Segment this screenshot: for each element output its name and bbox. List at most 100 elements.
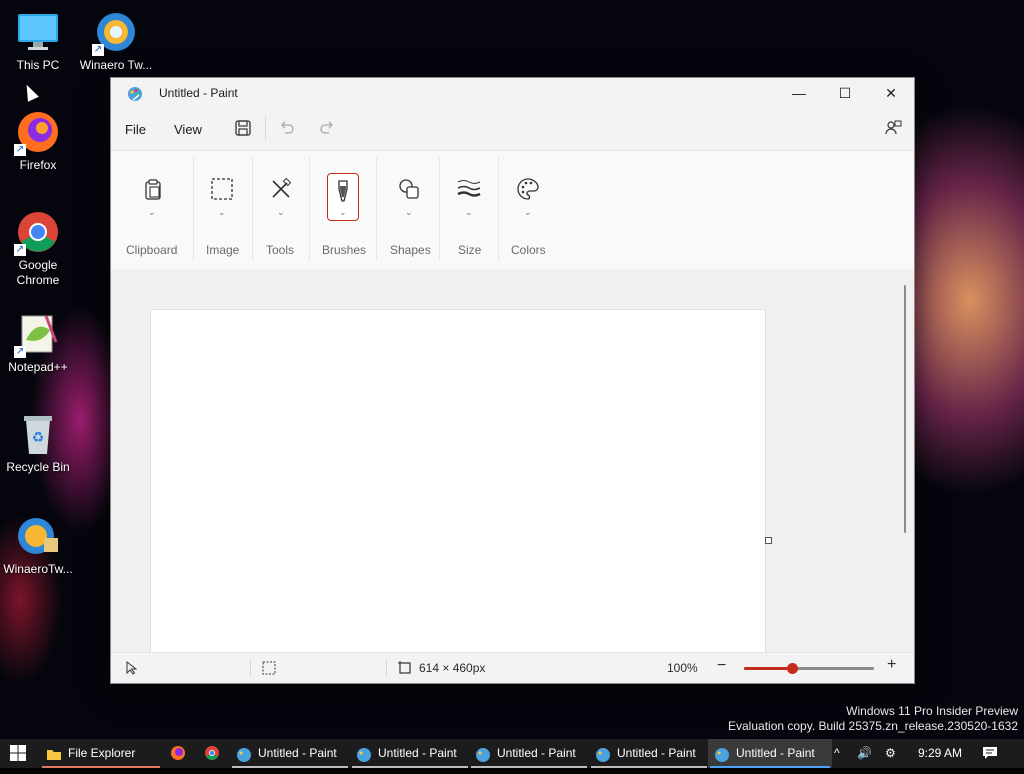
- zoom-slider-fill: [744, 667, 793, 670]
- ribbon-group-label: Shapes: [390, 243, 431, 257]
- desktop-icon-firefox[interactable]: ↗ Firefox: [0, 110, 76, 173]
- paint-app-icon: [127, 86, 143, 102]
- zoom-level-text[interactable]: 100%: [667, 661, 698, 675]
- paint-app-icon: [356, 745, 372, 762]
- notepad-plus-plus-icon: ↗: [14, 312, 60, 358]
- taskbar-label: Untitled - Paint: [736, 746, 815, 760]
- chrome-icon: [205, 745, 219, 760]
- windows-logo-icon: [10, 744, 26, 761]
- selection-icon: [210, 177, 234, 201]
- maximize-button[interactable]: ☐: [822, 78, 868, 108]
- desktop-icon-label: Recycle Bin: [6, 460, 70, 474]
- redo-icon[interactable]: [318, 119, 336, 142]
- palette-icon: [516, 177, 540, 201]
- shapes-icon: [397, 177, 421, 201]
- desktop-icon-notepad-plus-plus[interactable]: ↗ Notepad++: [0, 312, 76, 375]
- monitor-icon: [16, 10, 60, 54]
- menu-bar: File View: [111, 112, 914, 148]
- close-button[interactable]: ✕: [868, 78, 914, 108]
- minimize-button[interactable]: —: [776, 78, 822, 108]
- taskbar-file-explorer[interactable]: File Explorer: [40, 739, 162, 768]
- firefox-icon: ↗: [14, 110, 60, 156]
- settings-gear-icon[interactable]: ⚙: [885, 739, 896, 768]
- taskbar-label: File Explorer: [68, 746, 136, 760]
- brush-icon: [331, 179, 355, 203]
- desktop-icon-recycle-bin[interactable]: ♻ Recycle Bin: [0, 412, 76, 475]
- chevron-down-icon: ⌄: [465, 207, 473, 217]
- title-bar[interactable]: Untitled - Paint — ☐ ✕: [111, 78, 914, 108]
- zoom-slider-thumb[interactable]: [787, 663, 799, 674]
- paint-app-icon: [595, 745, 611, 762]
- menu-divider: [265, 116, 266, 140]
- save-icon[interactable]: [234, 119, 252, 142]
- desktop-icon-label: This PC: [16, 58, 60, 72]
- desktop-icon-label: WinaeroTw...: [3, 562, 73, 576]
- taskbar-chrome[interactable]: [200, 739, 224, 768]
- desktop-icon-winaero-tweaker-2[interactable]: WinaeroTw...: [0, 514, 76, 577]
- canvas-resize-handle[interactable]: [765, 537, 772, 544]
- ribbon-group-label: Clipboard: [126, 243, 178, 257]
- ribbon-group-shapes[interactable]: ⌄ Shapes: [377, 151, 439, 269]
- desktop-icon-label: Winaero Tw...: [79, 58, 153, 72]
- ribbon-toolbar: ⌄ Clipboard ⌄ Image ⌄ Tools ⌄ Brushes ⌄ …: [111, 150, 914, 270]
- ribbon-group-tools[interactable]: ⌄ Tools: [253, 151, 309, 269]
- ribbon-group-clipboard[interactable]: ⌄ Clipboard: [111, 151, 193, 269]
- size-icon: [457, 177, 481, 201]
- desktop-icon-winaero-tweaker[interactable]: ↗ Winaero Tw...: [78, 10, 154, 73]
- zoom-slider[interactable]: [744, 663, 874, 674]
- taskbar-paint-window-4[interactable]: Untitled - Paint: [589, 739, 709, 768]
- ribbon-group-colors[interactable]: ⌄ Colors: [499, 151, 559, 269]
- show-hidden-icons-button[interactable]: ^: [834, 739, 840, 768]
- undo-icon[interactable]: [278, 119, 296, 142]
- desktop-icon-this-pc[interactable]: This PC: [0, 10, 76, 73]
- taskbar-firefox[interactable]: [166, 739, 190, 768]
- taskbar-label: Untitled - Paint: [617, 746, 696, 760]
- taskbar-paint-window-5-active[interactable]: Untitled - Paint: [708, 739, 832, 768]
- selection-size-icon: [262, 661, 276, 678]
- ribbon-group-size[interactable]: ⌄ Size: [440, 151, 498, 269]
- account-icon[interactable]: [884, 119, 902, 142]
- ribbon-group-brushes[interactable]: ⌄ Brushes: [310, 151, 376, 269]
- desktop-icon-label: Notepad++: [8, 360, 68, 374]
- chevron-down-icon: ⌄: [339, 207, 347, 217]
- drawing-canvas[interactable]: [150, 309, 766, 652]
- shortcut-arrow-icon: ↗: [14, 144, 26, 156]
- chevron-down-icon: ⌄: [405, 207, 413, 217]
- vertical-scrollbar[interactable]: [904, 285, 906, 533]
- menu-file[interactable]: File: [125, 122, 146, 137]
- start-button[interactable]: [0, 739, 36, 768]
- menu-view[interactable]: View: [174, 122, 202, 137]
- ribbon-group-label: Brushes: [322, 243, 367, 257]
- volume-icon[interactable]: 🔊: [857, 739, 872, 768]
- paint-app-icon: [714, 745, 730, 762]
- taskbar-paint-window-3[interactable]: Untitled - Paint: [469, 739, 589, 768]
- window-title: Untitled - Paint: [159, 86, 238, 100]
- taskbar-paint-window-1[interactable]: Untitled - Paint: [230, 739, 350, 768]
- clock[interactable]: 9:29 AM: [918, 739, 962, 768]
- chrome-icon: ↗: [14, 210, 60, 256]
- watermark-line-2: Evaluation copy. Build 25375.zn_release.…: [728, 719, 1018, 733]
- taskbar-label: Untitled - Paint: [497, 746, 576, 760]
- chevron-down-icon: ⌄: [148, 207, 156, 217]
- desktop-icon-chrome[interactable]: ↗ Google Chrome: [0, 210, 76, 288]
- clipboard-icon: [141, 177, 165, 201]
- ribbon-group-image[interactable]: ⌄ Image: [194, 151, 252, 269]
- desktop-icon-label: Firefox: [19, 158, 57, 172]
- status-divider: [386, 660, 387, 676]
- shortcut-arrow-icon: ↗: [14, 244, 26, 256]
- chevron-down-icon: ⌄: [524, 207, 532, 217]
- status-bar: 614 × 460px 100% − +: [111, 652, 914, 683]
- ribbon-group-label: Tools: [266, 243, 295, 257]
- canvas-size-text: 614 × 460px: [419, 661, 486, 675]
- folder-icon: [46, 745, 62, 761]
- tools-icon: [269, 177, 293, 201]
- zoom-out-button[interactable]: −: [717, 657, 726, 675]
- ribbon-group-label: Image: [206, 243, 240, 257]
- canvas-workspace[interactable]: [111, 269, 914, 652]
- taskbar-label: Untitled - Paint: [258, 746, 337, 760]
- paint-window: Untitled - Paint — ☐ ✕ File View ⌄ Clipb…: [110, 77, 915, 684]
- taskbar-paint-window-2[interactable]: Untitled - Paint: [350, 739, 470, 768]
- chevron-down-icon: ⌄: [277, 207, 285, 217]
- zoom-in-button[interactable]: +: [887, 656, 896, 674]
- notifications-icon[interactable]: [982, 739, 998, 768]
